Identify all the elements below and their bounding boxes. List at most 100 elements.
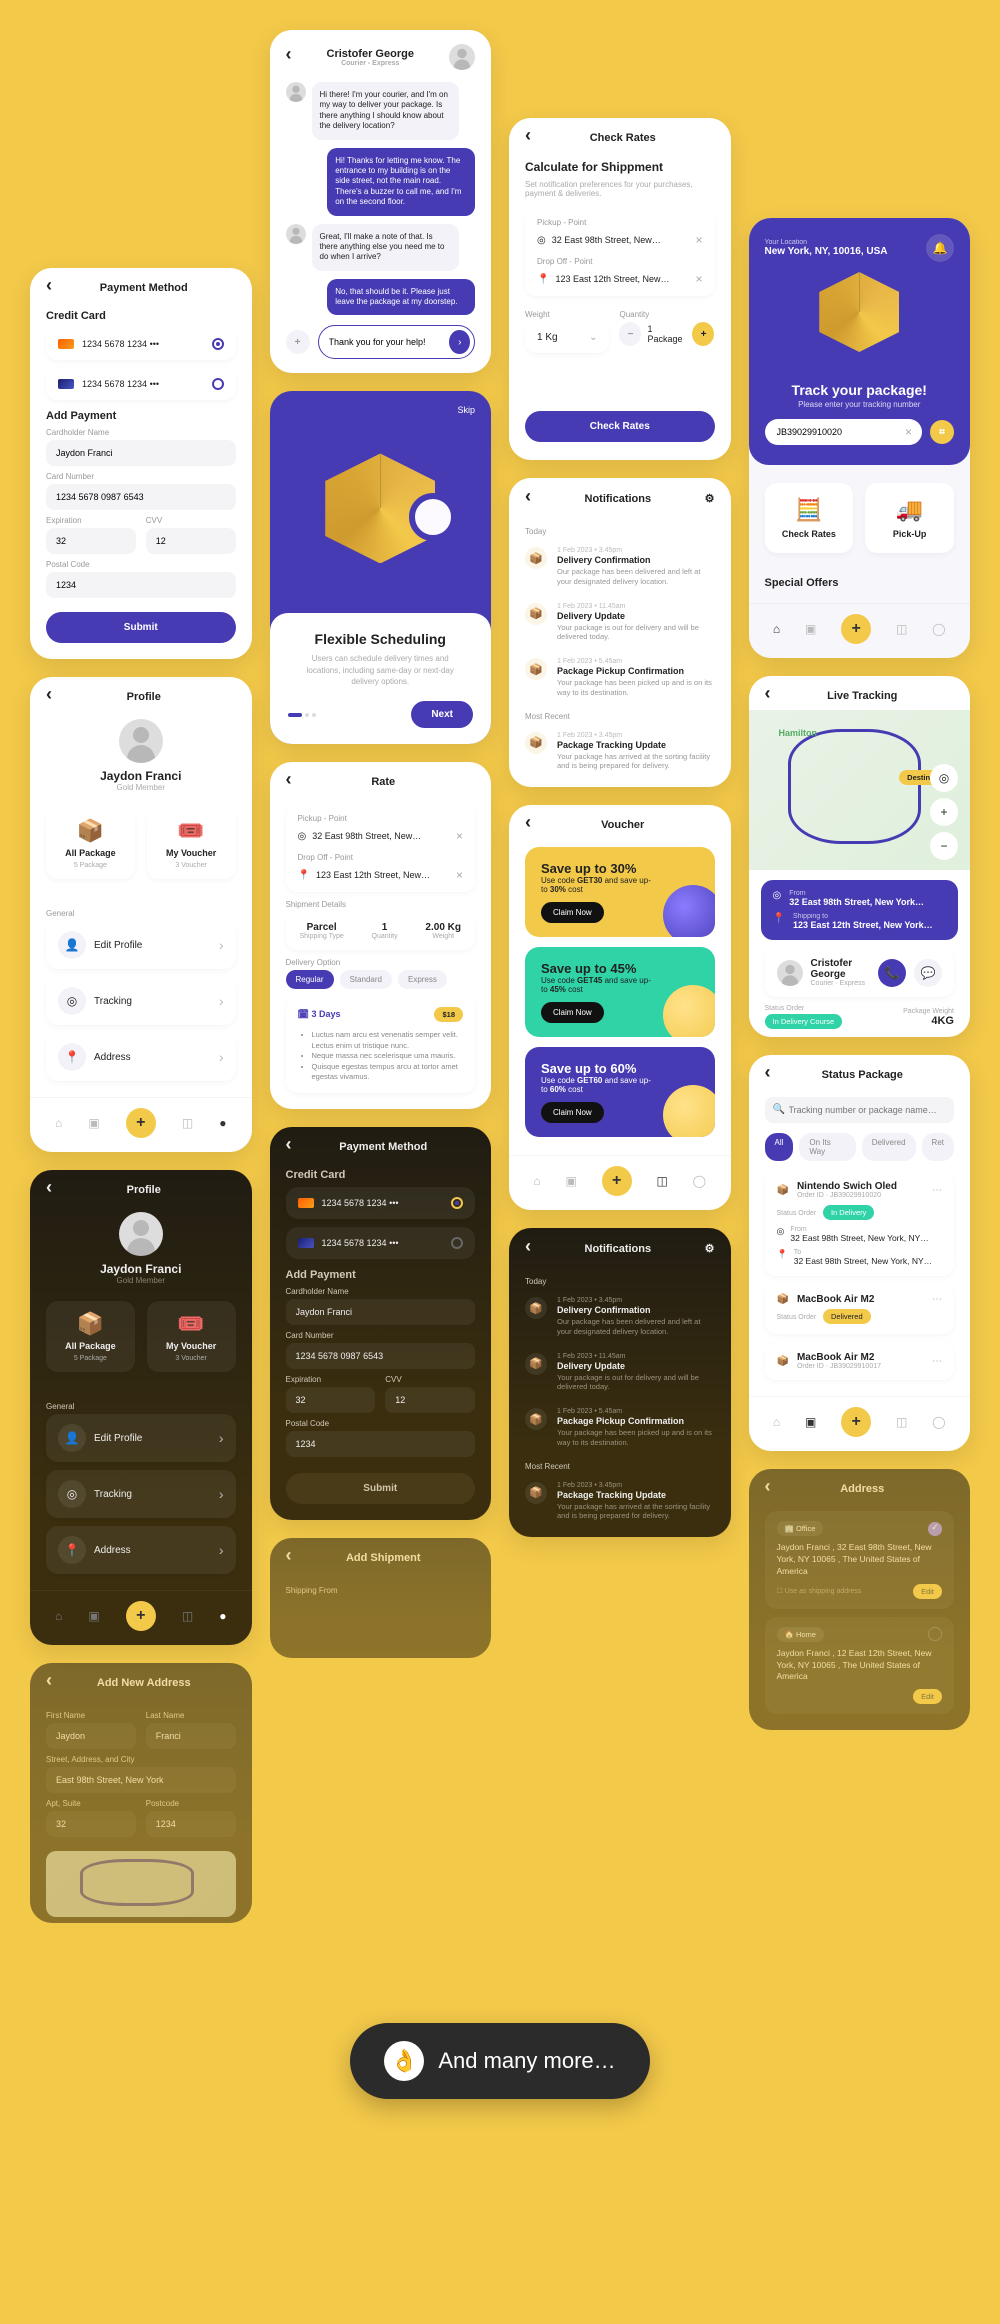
edit-button[interactable]: Edit — [913, 1689, 942, 1704]
tab-home-icon[interactable]: ⌂ — [55, 1609, 62, 1623]
add-button[interactable]: + — [126, 1601, 156, 1631]
call-icon[interactable]: 📞 — [878, 959, 906, 987]
radio-icon[interactable] — [928, 1627, 942, 1641]
pkg-card-1[interactable]: 📦MacBook Air M2⋯ Status Order Delivered — [765, 1284, 955, 1334]
tile-pickup[interactable]: 🚚 Pick-Up — [865, 483, 954, 553]
tab-chat-icon[interactable]: ◫ — [182, 1609, 193, 1623]
tab-user-icon[interactable]: ◯ — [932, 622, 945, 636]
clear-icon[interactable] — [456, 829, 463, 843]
filter-delivered[interactable]: Delivered — [862, 1133, 916, 1161]
filter-ret[interactable]: Ret — [922, 1133, 954, 1161]
menu-tracking[interactable]: ◎Tracking — [46, 1470, 236, 1518]
tab-voucher-icon[interactable]: ◫ — [896, 622, 907, 636]
gear-icon[interactable]: ⚙ — [705, 1242, 715, 1255]
back-icon[interactable] — [525, 493, 531, 505]
menu-address[interactable]: 📍Address — [46, 1526, 236, 1574]
gear-icon[interactable]: ⚙ — [705, 492, 715, 505]
back-icon[interactable] — [286, 1552, 292, 1564]
zoom-in-icon[interactable]: + — [930, 798, 958, 826]
menu-tracking[interactable]: ◎ Tracking — [46, 977, 236, 1025]
card-option-0[interactable]: 1234 5678 1234 ••• — [286, 1187, 476, 1219]
radio-icon[interactable] — [212, 338, 224, 350]
scan-icon[interactable]: ⌗ — [930, 420, 954, 444]
opt-express[interactable]: Express — [398, 970, 447, 989]
menu-edit-profile[interactable]: 👤Edit Profile — [46, 1414, 236, 1462]
tab-box-icon[interactable]: ▣ — [88, 1116, 99, 1130]
chat-icon[interactable]: 💬 — [914, 959, 942, 987]
more-icon[interactable]: ⋯ — [932, 1185, 942, 1196]
send-icon[interactable]: › — [449, 330, 470, 354]
pkg-card-2[interactable]: 📦 MacBook Air M2Order ID · JB39029910017… — [765, 1342, 955, 1380]
tab-home-icon[interactable]: ⌂ — [533, 1174, 540, 1188]
back-icon[interactable] — [525, 132, 531, 144]
first-input[interactable] — [46, 1723, 136, 1749]
cvv-input[interactable] — [385, 1387, 475, 1413]
submit-button[interactable]: Submit — [46, 612, 236, 643]
claim-button[interactable]: Claim Now — [541, 902, 604, 923]
street-input[interactable] — [46, 1767, 236, 1793]
radio-icon[interactable] — [451, 1197, 463, 1209]
tab-user-icon[interactable]: ◯ — [932, 1415, 945, 1429]
edit-button[interactable]: Edit — [913, 1584, 942, 1599]
check-rates-button[interactable]: Check Rates — [525, 411, 715, 442]
tab-box-icon[interactable]: ▣ — [805, 622, 816, 636]
skip-button[interactable]: Skip — [457, 405, 475, 415]
tile-voucher[interactable]: 🎟️ My Voucher 3 Voucher — [147, 808, 236, 879]
tab-home-icon[interactable]: ⌂ — [773, 1415, 780, 1429]
map[interactable] — [46, 1851, 236, 1917]
back-icon[interactable] — [525, 1243, 531, 1255]
back-icon[interactable] — [46, 1184, 52, 1196]
back-icon[interactable] — [46, 691, 52, 703]
claim-button[interactable]: Claim Now — [541, 1002, 604, 1023]
card-option-1[interactable]: 1234 5678 1234 ••• — [46, 368, 236, 400]
tab-home-icon[interactable]: ⌂ — [773, 622, 780, 636]
card-option-1[interactable]: 1234 5678 1234 ••• — [286, 1227, 476, 1259]
chat-input[interactable] — [329, 333, 450, 351]
tab-box-icon[interactable]: ▣ — [565, 1174, 576, 1188]
back-icon[interactable] — [286, 51, 292, 63]
tab-voucher-icon[interactable]: ◫ — [896, 1415, 907, 1429]
back-icon[interactable] — [46, 282, 52, 294]
apt-input[interactable] — [46, 1811, 136, 1837]
tab-user-icon[interactable]: ● — [219, 1116, 226, 1130]
add-button[interactable]: + — [841, 614, 871, 644]
card-option-0[interactable]: 1234 5678 1234 ••• — [46, 328, 236, 360]
back-icon[interactable] — [286, 1141, 292, 1153]
chat-thread[interactable]: Hi there! I'm your courier, and I'm on m… — [270, 74, 492, 321]
attach-icon[interactable]: + — [286, 330, 310, 354]
opt-regular[interactable]: Regular — [286, 970, 334, 989]
back-icon[interactable] — [765, 690, 771, 702]
bell-icon[interactable]: 🔔 — [926, 234, 954, 262]
post-input[interactable] — [146, 1811, 236, 1837]
filter-all[interactable]: All — [765, 1133, 794, 1161]
weight-select[interactable]: 1 Kg⌄ — [525, 322, 609, 353]
more-icon[interactable]: ⋯ — [932, 1356, 942, 1367]
add-button[interactable]: + — [126, 1108, 156, 1138]
postal-input[interactable] — [46, 572, 236, 598]
tile-all-package[interactable]: 📦 All Package 5 Package — [46, 808, 135, 879]
filter-onway[interactable]: On Its Way — [799, 1133, 855, 1161]
exp-input[interactable] — [286, 1387, 376, 1413]
next-button[interactable]: Next — [411, 701, 473, 728]
add-button[interactable]: + — [602, 1166, 632, 1196]
clear-icon[interactable] — [695, 272, 702, 286]
tab-user-icon[interactable]: ◯ — [693, 1174, 706, 1188]
cardholder-input[interactable] — [286, 1299, 476, 1325]
map[interactable]: Hamilton Destination ◎ + − — [749, 710, 971, 870]
cardnumber-input[interactable] — [46, 484, 236, 510]
pkg-card-0[interactable]: 📦Nintendo Swich OledOrder ID · JB3902991… — [765, 1171, 955, 1276]
back-icon[interactable] — [46, 1677, 52, 1689]
postal-input[interactable] — [286, 1431, 476, 1457]
opt-standard[interactable]: Standard — [340, 970, 392, 989]
zoom-out-icon[interactable]: − — [930, 832, 958, 860]
tile-all-package[interactable]: 📦 All Package 5 Package — [46, 1301, 135, 1372]
menu-edit-profile[interactable]: 👤 Edit Profile — [46, 921, 236, 969]
submit-button[interactable]: Submit — [286, 1473, 476, 1504]
claim-button[interactable]: Claim Now — [541, 1102, 604, 1123]
tab-box-icon[interactable]: ▣ — [88, 1609, 99, 1623]
tab-box-icon[interactable]: ▣ — [805, 1415, 816, 1429]
radio-icon[interactable] — [212, 378, 224, 390]
back-icon[interactable] — [765, 1069, 771, 1081]
back-icon[interactable] — [765, 1483, 771, 1495]
locate-icon[interactable]: ◎ — [930, 764, 958, 792]
